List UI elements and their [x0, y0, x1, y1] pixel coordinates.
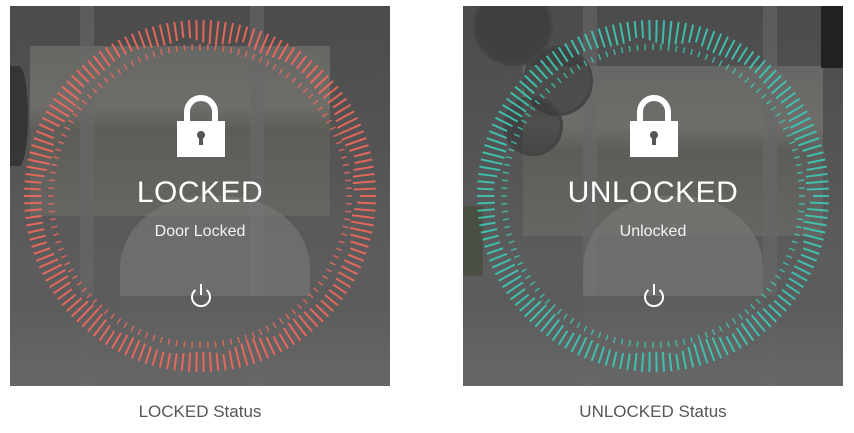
status-title: UNLOCKED — [567, 176, 739, 209]
status-subtitle: Unlocked — [619, 223, 687, 240]
unlocked-status-caption: UNLOCKED Status — [579, 402, 727, 421]
power-icon[interactable] — [641, 282, 667, 310]
locked-status-caption: LOCKED Status — [138, 402, 262, 421]
power-icon[interactable] — [188, 282, 214, 310]
unlocked-status-panel: UNLOCKED Unlocked — [463, 6, 843, 386]
padlock-closed-icon — [175, 94, 227, 158]
status-subtitle: Door Locked — [154, 223, 246, 240]
locked-status-panel: LOCKED Door Locked — [10, 6, 390, 386]
status-title: LOCKED — [136, 176, 264, 209]
padlock-closed-icon — [628, 94, 680, 158]
